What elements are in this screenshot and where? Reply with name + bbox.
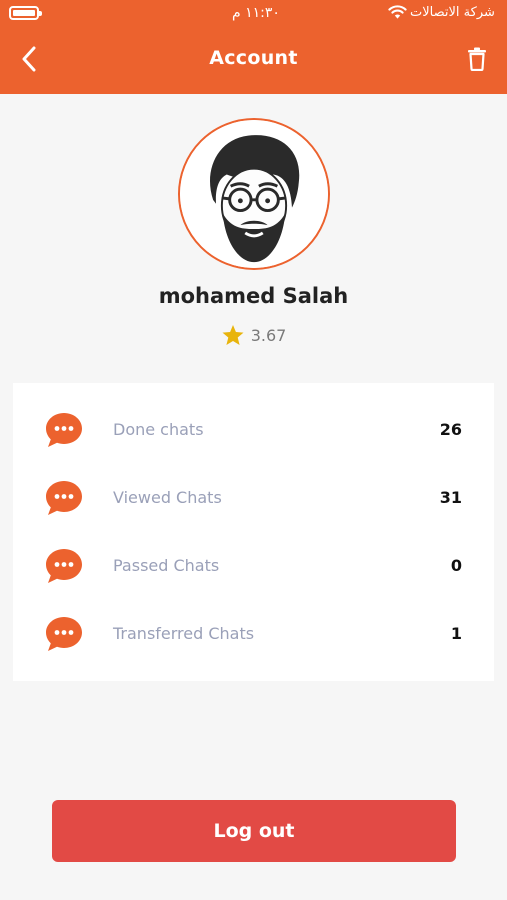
stat-label: Done chats (113, 420, 204, 439)
chat-bubble-icon (46, 549, 82, 583)
stat-value: 1 (450, 624, 462, 643)
avatar (178, 118, 330, 270)
stat-row-passed-chats[interactable]: Passed Chats 0 (13, 536, 494, 596)
avatar-portrait-icon (180, 120, 328, 268)
stat-label: Viewed Chats (113, 488, 222, 507)
stat-label: Passed Chats (113, 556, 220, 575)
logout-button[interactable]: Log out (52, 800, 456, 862)
app-header: ١١:٣٠ م شركة الاتصالات Account (0, 0, 507, 94)
carrier-name: شركة الاتصالات (410, 5, 495, 20)
stat-label: Transferred Chats (113, 624, 255, 643)
rating-value: 3.67 (250, 326, 287, 345)
profile-name: mohamed Salah (158, 284, 349, 308)
stats-card: Done chats 26 Viewed Chats 31 Passed Cha… (13, 383, 494, 681)
trash-icon (468, 47, 486, 71)
wifi-icon (388, 5, 407, 19)
star-icon (222, 325, 244, 345)
stat-row-transferred-chats[interactable]: Transferred Chats 1 (13, 604, 494, 664)
rating: 3.67 (0, 324, 507, 347)
battery-icon (9, 6, 42, 20)
status-time: ١١:٣٠ م (232, 5, 280, 21)
chat-bubble-icon (46, 413, 82, 447)
page-title: Account (209, 47, 298, 69)
status-bar: ١١:٣٠ م شركة الاتصالات (0, 0, 507, 30)
stat-row-done-chats[interactable]: Done chats 26 (13, 400, 494, 460)
stat-row-viewed-chats[interactable]: Viewed Chats 31 (13, 468, 494, 528)
delete-account-button[interactable] (463, 44, 491, 74)
stat-value: 26 (439, 420, 462, 439)
stat-value: 31 (439, 488, 462, 507)
chat-bubble-icon (46, 617, 82, 651)
chat-bubble-icon (46, 481, 82, 515)
stat-value: 0 (450, 556, 462, 575)
